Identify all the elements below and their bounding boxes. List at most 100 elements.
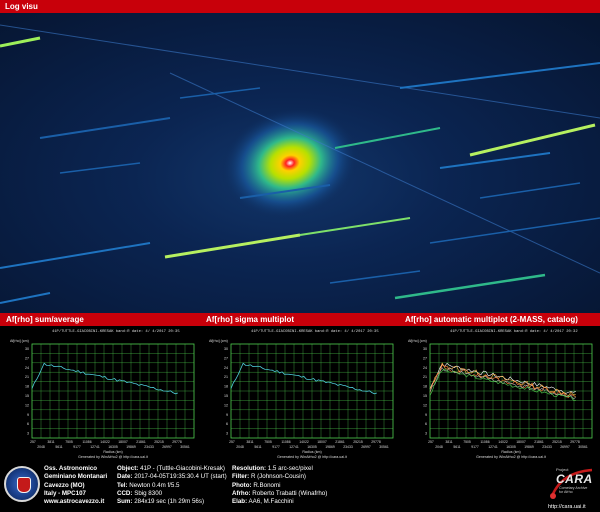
y-tick-label: 9 — [27, 413, 29, 417]
x-tick-label-2: 9177 — [471, 445, 479, 449]
x-tick-label: 257 — [30, 440, 36, 444]
x-tick-label: 11086 — [281, 440, 290, 444]
comet-image — [0, 13, 600, 313]
cara-title: CARA — [556, 472, 593, 486]
x-tick-label: 21861 — [335, 440, 345, 444]
elab-row: Elab: AA6, M.Facchini — [232, 498, 294, 506]
x-axis-label: Radius (km) — [302, 450, 321, 454]
photo-row: Photo: R.Bonomi — [232, 481, 281, 489]
y-tick-label: 12 — [423, 403, 427, 407]
plot-footer: Generated by WinAfrho2 @ http://cara.uai… — [78, 455, 148, 459]
observatory-name: Oss. Astronomico — [44, 465, 98, 472]
y-tick-label: 30 — [224, 347, 228, 351]
x-tick-label-2: 23433 — [144, 445, 154, 449]
y-tick-label: 12 — [25, 403, 29, 407]
observatory-info: Oss. Astronomico Geminiano Montanari Cav… — [44, 465, 114, 506]
observatory-country: Italy - MPC107 — [44, 489, 86, 497]
y-axis-label: Af[rho] (cm) — [209, 339, 228, 343]
x-tick-label: 3811 — [47, 440, 54, 444]
x-tick-label: 21861 — [534, 440, 544, 444]
x-tick-label: 257 — [229, 440, 235, 444]
y-axis-label: Af[rho] (cm) — [408, 339, 427, 343]
y-tick-label: 6 — [27, 422, 29, 426]
observatory-website: www.astrocavezzo.it — [44, 498, 105, 506]
plot-header: 41P/TUTTLE-GIACOBINI-KRESAK band:R date:… — [52, 329, 180, 334]
x-tick-label: 29778 — [371, 440, 381, 444]
x-tick-label-2: 5611 — [55, 445, 62, 449]
y-tick-label: 24 — [25, 366, 29, 370]
plot-panel-sum-average: 41P/TUTTLE-GIACOBINI-KRESAK band:R date:… — [6, 326, 200, 460]
afrho-row: Afrho: Roberto Trabatti (Winafrho) — [232, 489, 328, 497]
x-tick-label-2: 5611 — [254, 445, 261, 449]
cara-url[interactable]: http://cara.uai.it — [548, 504, 586, 510]
x-tick-label-2: 30561 — [180, 445, 190, 449]
y-tick-label: 6 — [425, 422, 427, 426]
y-tick-label: 24 — [423, 366, 427, 370]
plot-header: 41P/TUTTLE-GIACOBINI-KRESAK band:R date:… — [450, 329, 578, 334]
x-tick-label: 257 — [428, 440, 434, 444]
y-tick-label: 27 — [25, 356, 29, 360]
x-tick-label-2: 5611 — [453, 445, 460, 449]
top-title-bar: Log visu — [0, 0, 600, 13]
y-tick-label: 15 — [224, 394, 228, 398]
plot-footer: Generated by WinAfrho2 @ http://cara.uai… — [277, 455, 347, 459]
plot-panel-auto-multiplot: 41P/TUTTLE-GIACOBINI-KRESAK band:R date:… — [404, 326, 598, 460]
filter-row: Filter: R (Johnson-Cousin) — [232, 473, 306, 481]
cara-subtitle: Cometary Archive for Afrho — [559, 486, 588, 495]
y-tick-label: 30 — [423, 347, 427, 351]
afrho-plot-svg: 41P/TUTTLE-GIACOBINI-KRESAK band:R date:… — [404, 326, 598, 460]
x-tick-label: 25215 — [353, 440, 363, 444]
x-tick-label-2: 26997 — [560, 445, 570, 449]
x-tick-label-2: 16305 — [506, 445, 516, 449]
x-tick-label: 14022 — [100, 440, 110, 444]
x-tick-label-2: 26997 — [162, 445, 172, 449]
y-tick-label: 15 — [423, 394, 427, 398]
x-axis-label: Radius (km) — [103, 450, 122, 454]
x-tick-label: 11086 — [82, 440, 91, 444]
x-axis-label: Radius (km) — [501, 450, 520, 454]
y-tick-label: 3 — [425, 432, 427, 436]
x-tick-label: 21861 — [136, 440, 146, 444]
x-tick-label: 14022 — [498, 440, 508, 444]
x-tick-label-2: 2048 — [435, 445, 443, 449]
x-tick-label: 7505 — [463, 440, 471, 444]
x-tick-label-2: 19869 — [524, 445, 534, 449]
x-tick-label-2: 12741 — [488, 445, 498, 449]
y-tick-label: 27 — [224, 356, 228, 360]
y-tick-label: 18 — [423, 385, 427, 389]
x-tick-label: 25215 — [154, 440, 164, 444]
y-tick-label: 3 — [27, 432, 29, 436]
x-tick-label-2: 12741 — [90, 445, 100, 449]
x-tick-label-2: 30561 — [379, 445, 389, 449]
x-tick-label: 29778 — [570, 440, 580, 444]
x-tick-label-2: 23433 — [542, 445, 552, 449]
x-tick-label-2: 30561 — [578, 445, 588, 449]
afrho-plot-svg: 41P/TUTTLE-GIACOBINI-KRESAK band:R date:… — [6, 326, 200, 460]
telescope-row: Tel: Newton 0.4m f/5.5 — [117, 481, 180, 489]
image-title: Log visu — [5, 2, 38, 11]
plot-header: 41P/TUTTLE-GIACOBINI-KRESAK band:R date:… — [251, 329, 379, 334]
y-tick-label: 27 — [423, 356, 427, 360]
y-tick-label: 18 — [224, 385, 228, 389]
observatory-name-2: Geminiano Montanari — [44, 473, 108, 481]
y-axis-label: Af[rho] (cm) — [10, 339, 29, 343]
x-tick-label: 3811 — [246, 440, 253, 444]
x-tick-label: 11086 — [480, 440, 489, 444]
ccd-row: CCD: Sbig 8300 — [117, 489, 163, 497]
x-tick-label: 7505 — [264, 440, 272, 444]
x-tick-label-2: 12741 — [289, 445, 299, 449]
observation-details: Object: 41P - (Tuttle-Giacobini-Kresak) … — [117, 465, 229, 506]
y-tick-label: 9 — [226, 413, 228, 417]
cara-logo: Project CARA Cometary Archive for Afrho — [548, 466, 596, 502]
sum-row: Sum: 284x19 sec (1h 29m 56s) — [117, 498, 205, 506]
y-tick-label: 21 — [25, 375, 29, 379]
panel1-title: Af[rho] sum/average — [6, 315, 84, 324]
info-footer: Oss. Astronomico Geminiano Montanari Cav… — [0, 462, 600, 512]
plots-title-bar: Af[rho] sum/average Af[rho] sigma multip… — [0, 313, 600, 326]
y-tick-label: 3 — [226, 432, 228, 436]
y-tick-label: 30 — [25, 347, 29, 351]
y-tick-label: 6 — [226, 422, 228, 426]
observatory-location: Cavezzo (MO) — [44, 481, 85, 489]
y-tick-label: 15 — [25, 394, 29, 398]
x-tick-label-2: 26997 — [361, 445, 371, 449]
